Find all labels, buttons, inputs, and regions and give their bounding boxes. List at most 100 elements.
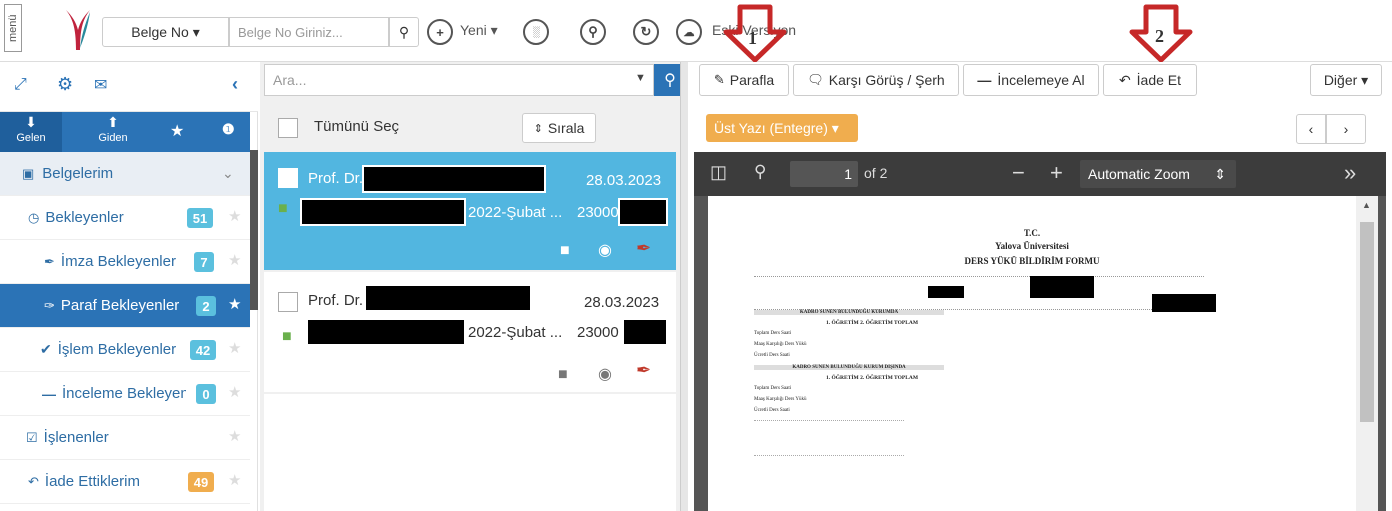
scroll-up-icon[interactable]: ▲	[1362, 200, 1371, 210]
zoom-in-icon[interactable]: +	[1050, 160, 1063, 186]
karsi-gorus-button[interactable]: 🗨 Karşı Görüş / Şerh	[793, 64, 959, 96]
parafla-button[interactable]: ✎ Parafla	[699, 64, 789, 96]
section-title: Belgelerim	[42, 165, 114, 182]
sort-label: Sırala	[547, 120, 585, 136]
double-chevron-right-icon[interactable]: »	[1344, 160, 1356, 186]
sidebar-item-inceleme-bekleyenler[interactable]: — İnceleme Bekleyenler 0 ★	[0, 372, 250, 416]
row-number: 23000	[577, 204, 619, 221]
star-icon[interactable]: ★	[228, 207, 241, 225]
lock-icon: ■	[278, 200, 288, 217]
caret-down-icon[interactable]: ▼	[635, 72, 646, 84]
sidebar-item-bekleyenler[interactable]: ◷ Bekleyenler 51 ★	[0, 196, 250, 240]
count-badge: 42	[190, 340, 216, 360]
redacted-sender	[308, 320, 464, 344]
annotation-label-2: 2	[1155, 26, 1164, 46]
belge-no-input[interactable]: Belge No Giriniz...	[229, 17, 389, 47]
menu-button[interactable]: menü	[4, 4, 22, 52]
mail-icon[interactable]: ✉	[94, 75, 107, 95]
add-icon[interactable]: +	[427, 19, 453, 45]
page-number-input[interactable]: 1	[790, 161, 858, 187]
pdf-toolbar: ◫ ⚲ 1 of 2 − + Automatic Zoom ⇕ »	[694, 152, 1386, 196]
next-doc-button[interactable]: ›	[1326, 114, 1366, 144]
scroll-thumb[interactable]	[1360, 222, 1374, 422]
cloud-icon[interactable]: ☁	[676, 19, 702, 45]
list-header: Tümünü Seç ⇕ Sırala	[262, 100, 680, 152]
star-tab-icon[interactable]: ★	[170, 121, 184, 141]
sort-icon: ⇕	[533, 122, 543, 135]
belge-no-dropdown[interactable]: Belge No ▾	[102, 17, 229, 47]
chart-icon[interactable]: ░	[523, 19, 549, 45]
sidebar-item-paraf-bekleyenler[interactable]: ✑ Paraf Bekleyenler 2 ★	[0, 284, 250, 328]
pdf-search-icon[interactable]: ⚲	[754, 162, 766, 182]
redacted-field	[1152, 294, 1216, 312]
gear-icon[interactable]: ⚙	[57, 74, 73, 95]
row-number: 23000	[577, 324, 619, 341]
sidebar-item-imza-bekleyenler[interactable]: ✒ İmza Bekleyenler 7 ★	[0, 240, 250, 284]
sort-button[interactable]: ⇕ Sırala	[522, 113, 596, 143]
redacted-field	[928, 286, 964, 298]
count-badge: 2	[196, 296, 216, 316]
iade-label: İade Et	[1136, 72, 1182, 88]
sidebar-item-islenenler[interactable]: ☑ İşlenenler ★	[0, 416, 250, 460]
eye-icon[interactable]: ◉	[598, 240, 612, 260]
app-logo	[62, 8, 92, 52]
zoom-out-icon[interactable]: −	[1012, 160, 1025, 186]
sidebar-scrollbar[interactable]	[250, 150, 258, 310]
star-icon[interactable]: ★	[228, 251, 241, 269]
list-search-input[interactable]: Ara...	[264, 64, 654, 96]
sidebar-toggle-icon[interactable]: ◫	[710, 162, 727, 183]
prev-doc-button[interactable]: ‹	[1296, 114, 1326, 144]
pen-action-icon[interactable]: ✒	[636, 238, 651, 259]
pdf-scrollbar[interactable]: ▲	[1356, 196, 1378, 511]
sidebar-item-islem-bekleyenler[interactable]: ✔ İşlem Bekleyenler 42 ★	[0, 328, 250, 372]
search-icon: ⚲	[664, 72, 676, 89]
row-checkbox[interactable]	[278, 168, 298, 188]
chevron-left-icon[interactable]: ‹	[232, 74, 238, 95]
select-all-checkbox[interactable]	[278, 118, 298, 138]
briefcase-icon[interactable]: ■	[558, 366, 568, 384]
list-item[interactable]: Prof. Dr. 28.03.2023 ■ 2022-Şubat ... 23…	[264, 272, 676, 392]
ust-yazi-dropdown[interactable]: Üst Yazı (Entegre) ▾	[706, 114, 858, 142]
outbox-icon: ⬆	[107, 114, 119, 130]
eye-icon[interactable]: ◉	[598, 364, 612, 384]
star-icon[interactable]: ★	[228, 471, 241, 489]
collapse-arrows-icon[interactable]: ⤢	[14, 76, 27, 94]
redacted-sender	[300, 198, 466, 226]
star-icon[interactable]: ★	[228, 427, 241, 445]
check-icon: ✔	[40, 341, 52, 357]
table-row-label: Ücretli Ders Saati	[754, 353, 790, 358]
sidebar-item-iade-ettiklerim[interactable]: ↶ İade Ettiklerim 49 ★	[0, 460, 250, 504]
karsi-gorus-label: Karşı Görüş / Şerh	[828, 72, 945, 88]
list-item[interactable]: Prof. Dr. 28.03.2023 ■ 2022-Şubat ... 23…	[264, 152, 676, 270]
pen-action-icon[interactable]: ✒	[636, 360, 651, 381]
star-icon[interactable]: ★	[228, 295, 241, 313]
row-date: 28.03.2023	[586, 172, 662, 189]
sidebar-item-label: Bekleyenler	[45, 209, 124, 226]
tab-giden[interactable]: ⬆ Giden	[82, 112, 144, 152]
clock-icon: ◷	[28, 209, 40, 225]
briefcase-icon[interactable]: ■	[560, 242, 570, 260]
star-icon[interactable]: ★	[228, 339, 241, 357]
zoom-select[interactable]: Automatic Zoom ⇕	[1080, 160, 1236, 188]
iade-button[interactable]: ↶ İade Et	[1103, 64, 1197, 96]
sidebar-tabs: ⬇ Gelen ⬆ Giden ★ ❶	[0, 112, 250, 152]
refresh-icon[interactable]: ↻	[633, 19, 659, 45]
inceleme-button[interactable]: — İncelemeye Al	[963, 64, 1099, 96]
kadro-header-1: KADRO SUNEN BULUNDUĞU KURUMDA	[754, 310, 944, 315]
count-badge: 49	[188, 472, 214, 492]
minus-icon: —	[977, 72, 992, 88]
parafla-label: Parafla	[729, 72, 775, 88]
diger-dropdown[interactable]: Diğer ▾	[1310, 64, 1382, 96]
info-tab-icon[interactable]: ❶	[222, 121, 235, 138]
search-button[interactable]: ⚲	[389, 17, 419, 47]
table-row-label: Toplam Ders Saati	[754, 386, 792, 391]
zoom-search-icon[interactable]: ⚲	[580, 19, 606, 45]
section-belgelerim[interactable]: ▣ Belgelerim ⌄	[0, 152, 250, 196]
row-checkbox[interactable]	[278, 292, 298, 312]
ogretim-header-1: 1. ÖĞRETİM 2. ÖĞRETİM TOPLAM	[826, 320, 919, 326]
yeni-dropdown[interactable]: Yeni ▾	[460, 22, 498, 39]
pdf-page: T.C. Yalova Üniversitesi DERS YÜKÜ BİLDİ…	[708, 196, 1356, 511]
star-icon[interactable]: ★	[228, 383, 241, 401]
tab-gelen[interactable]: ⬇ Gelen	[0, 112, 62, 152]
resize-handle[interactable]	[680, 62, 688, 511]
